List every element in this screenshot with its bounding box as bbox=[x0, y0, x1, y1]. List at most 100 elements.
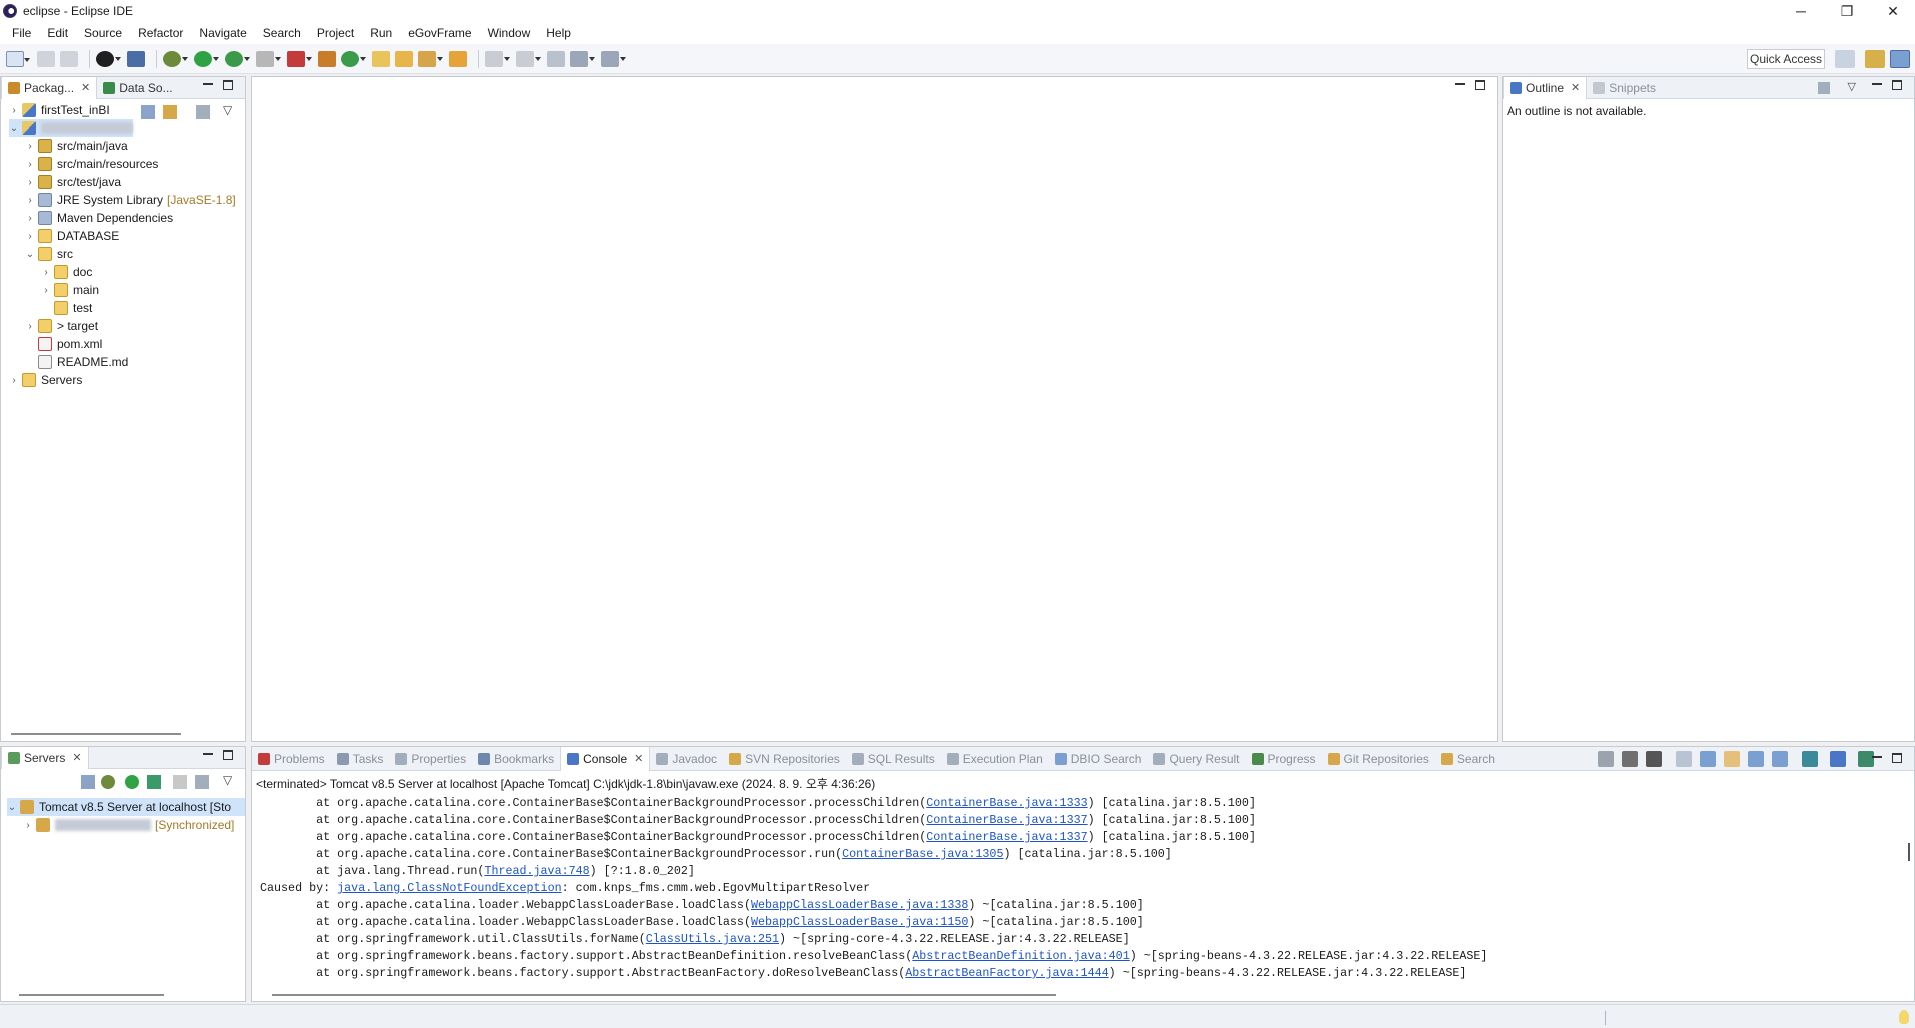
tree-item[interactable]: › DATABASE bbox=[25, 227, 119, 245]
tab-git-repositories[interactable]: Git Repositories bbox=[1322, 747, 1435, 771]
tab-tasks[interactable]: Tasks bbox=[331, 747, 390, 771]
run-icon[interactable] bbox=[194, 50, 219, 67]
stacktrace-link[interactable]: WebappClassLoaderBase.java:1150 bbox=[751, 915, 968, 929]
view-menu-icon[interactable]: ▽ bbox=[1848, 80, 1856, 93]
word-wrap-icon[interactable] bbox=[1724, 751, 1740, 767]
close-window-button[interactable]: ✕ bbox=[1870, 0, 1915, 22]
chevron-right-icon[interactable]: › bbox=[25, 141, 35, 152]
tab-snippets[interactable]: Snippets bbox=[1587, 77, 1662, 99]
open-type-icon[interactable] bbox=[372, 50, 390, 67]
pin-console-icon[interactable] bbox=[1802, 751, 1818, 767]
focus-icon[interactable] bbox=[196, 105, 210, 119]
tree-item[interactable]: › firstTest_inBI bbox=[9, 101, 110, 119]
maximize-view-button[interactable] bbox=[223, 80, 233, 90]
menu-file[interactable]: File bbox=[4, 26, 39, 40]
tab-execution-plan[interactable]: Execution Plan bbox=[941, 747, 1049, 771]
stacktrace-link[interactable]: ContainerBase.java:1337 bbox=[926, 813, 1087, 827]
tab-sql-results[interactable]: SQL Results bbox=[846, 747, 941, 771]
tree-item[interactable]: pom.xml bbox=[25, 335, 102, 353]
maximize-view-button[interactable] bbox=[1892, 753, 1902, 763]
collapse-all-icon[interactable] bbox=[81, 775, 95, 789]
tab-svn-repositories[interactable]: SVN Repositories bbox=[723, 747, 846, 771]
menu-egovframe[interactable]: eGovFrame bbox=[400, 26, 479, 40]
stacktrace-link[interactable]: java.lang.ClassNotFoundException bbox=[337, 881, 561, 895]
view-menu-icon[interactable]: ▽ bbox=[223, 773, 232, 787]
minimize-view-button[interactable] bbox=[1872, 756, 1882, 766]
tree-item[interactable]: › JRE System Library [JavaSE-1.8] bbox=[25, 191, 236, 209]
stacktrace-link[interactable]: AbstractBeanFactory.java:1444 bbox=[905, 966, 1108, 980]
minimize-view-button[interactable] bbox=[203, 83, 213, 93]
open-task-icon[interactable] bbox=[395, 50, 413, 67]
tab-progress[interactable]: Progress bbox=[1246, 747, 1322, 771]
menu-navigate[interactable]: Navigate bbox=[191, 26, 254, 40]
chevron-right-icon[interactable]: › bbox=[41, 285, 51, 296]
new-icon[interactable] bbox=[6, 50, 30, 67]
egov-perspective-icon[interactable] bbox=[1890, 50, 1910, 68]
save-all-icon[interactable] bbox=[60, 50, 78, 67]
chevron-down-icon[interactable]: ⌄ bbox=[25, 249, 35, 260]
tree-item[interactable]: README.md bbox=[25, 353, 128, 371]
previous-annotation-icon[interactable] bbox=[516, 50, 541, 67]
debug-icon[interactable] bbox=[163, 50, 188, 67]
tab-package-explorer[interactable]: Packag... ✕ bbox=[1, 76, 98, 99]
profile-icon[interactable] bbox=[96, 50, 121, 67]
start-server-debug-icon[interactable] bbox=[101, 775, 115, 789]
menu-refactor[interactable]: Refactor bbox=[130, 26, 191, 40]
horizontal-scrollbar[interactable] bbox=[272, 994, 1056, 996]
stacktrace-link[interactable]: WebappClassLoaderBase.java:1338 bbox=[751, 898, 968, 912]
vertical-scrollbar[interactable] bbox=[1908, 843, 1910, 861]
open-folder-icon[interactable] bbox=[449, 50, 467, 67]
save-icon[interactable] bbox=[37, 50, 55, 67]
tree-item[interactable]: › src/main/resources bbox=[25, 155, 158, 173]
minimize-editor-button[interactable] bbox=[1455, 83, 1465, 93]
menu-run[interactable]: Run bbox=[362, 26, 400, 40]
tab-problems[interactable]: Problems bbox=[252, 747, 331, 771]
tree-item[interactable]: › doc bbox=[41, 263, 92, 281]
show-on-stdout-icon[interactable] bbox=[1748, 751, 1764, 767]
tab-data-source-explorer[interactable]: Data So... bbox=[97, 77, 178, 99]
tree-item[interactable]: ⌄ src bbox=[25, 245, 73, 263]
chevron-down-icon[interactable]: ⌄ bbox=[9, 123, 19, 134]
maximize-view-button[interactable] bbox=[1892, 80, 1902, 90]
collapse-all-icon[interactable] bbox=[141, 105, 155, 119]
start-server-icon[interactable] bbox=[125, 775, 139, 789]
horizontal-scrollbar[interactable] bbox=[11, 733, 181, 735]
server-tomcat-row[interactable]: ⌄ Tomcat v8.5 Server at localhost [Sto bbox=[7, 798, 245, 816]
stop-server-icon[interactable] bbox=[173, 775, 187, 789]
chevron-right-icon[interactable]: › bbox=[25, 195, 35, 206]
stop-icon[interactable] bbox=[256, 50, 281, 67]
tab-outline[interactable]: Outline ✕ bbox=[1503, 76, 1588, 99]
close-icon[interactable]: ✕ bbox=[634, 752, 643, 765]
chevron-right-icon[interactable]: › bbox=[25, 159, 35, 170]
tab-console[interactable]: Console ✕ bbox=[560, 746, 651, 771]
tab-bookmarks[interactable]: Bookmarks bbox=[472, 747, 560, 771]
terminal-icon[interactable] bbox=[127, 50, 145, 67]
next-annotation-icon[interactable] bbox=[485, 50, 510, 67]
restore-window-button[interactable]: ❐ bbox=[1824, 0, 1870, 22]
remove-all-terminated-icon[interactable] bbox=[1646, 751, 1662, 767]
tree-item[interactable]: › > target bbox=[25, 317, 98, 335]
tree-item[interactable]: › src/test/java bbox=[25, 173, 121, 191]
java-ee-perspective-icon[interactable] bbox=[1865, 50, 1885, 68]
tab-query-result[interactable]: Query Result bbox=[1147, 747, 1245, 771]
clear-console-icon[interactable] bbox=[1676, 751, 1692, 767]
external-tools-icon[interactable] bbox=[287, 50, 312, 67]
expand-chevron-icon[interactable]: › bbox=[23, 820, 33, 831]
link-with-editor-icon[interactable] bbox=[163, 105, 177, 119]
view-menu-icon[interactable]: ▽ bbox=[223, 103, 232, 117]
coverage-icon[interactable] bbox=[225, 50, 250, 67]
menu-search[interactable]: Search bbox=[255, 26, 309, 40]
console-output[interactable]: at org.apache.catalina.core.ContainerBas… bbox=[252, 795, 1900, 987]
chevron-right-icon[interactable]: › bbox=[25, 213, 35, 224]
close-icon[interactable]: ✕ bbox=[72, 751, 81, 764]
stacktrace-link[interactable]: ClassUtils.java:251 bbox=[646, 932, 779, 946]
close-icon[interactable]: ✕ bbox=[1571, 81, 1580, 94]
close-icon[interactable]: ✕ bbox=[81, 81, 90, 94]
chevron-right-icon[interactable]: › bbox=[25, 177, 35, 188]
new-java-package-icon[interactable] bbox=[318, 50, 336, 67]
stacktrace-link[interactable]: ContainerBase.java:1337 bbox=[926, 830, 1087, 844]
tree-item[interactable]: › main bbox=[41, 281, 99, 299]
menu-edit[interactable]: Edit bbox=[39, 26, 76, 40]
maximize-view-button[interactable] bbox=[223, 750, 233, 760]
minimize-view-button[interactable] bbox=[1872, 83, 1882, 93]
